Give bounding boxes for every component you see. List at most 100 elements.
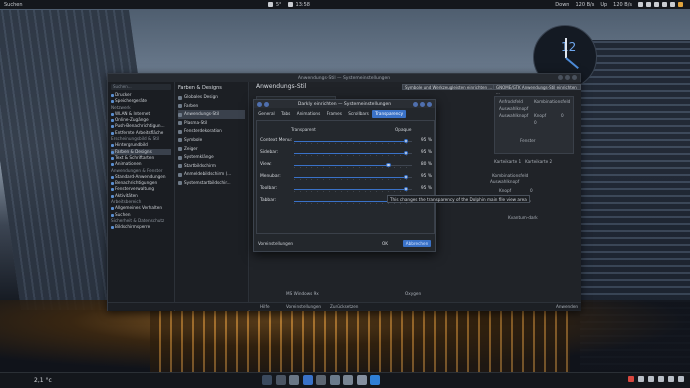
legend-transparent: Transparent <box>291 127 316 132</box>
transparency-slider-row: Menubar: 95 % <box>260 174 432 181</box>
browser-icon[interactable] <box>302 375 313 385</box>
preview-select-label-2: Auswahlknopf <box>499 113 529 118</box>
settings-app-icon[interactable] <box>289 375 299 385</box>
defaults-button[interactable]: Voreinstellungen <box>286 303 321 311</box>
tray-volume-icon[interactable] <box>648 376 654 382</box>
temperature-widget[interactable]: 2,1 °c <box>34 377 52 384</box>
preview-button-label: Knopf <box>534 113 547 118</box>
tab-animations[interactable]: Animations <box>294 110 324 118</box>
icons-toolbars-button[interactable]: Symbole und Werkzeugleisten einrichten .… <box>402 84 496 90</box>
style-preview-2[interactable] <box>494 96 574 154</box>
window-titlebar[interactable]: Anwendungs-Stil — Systemeinstellungen <box>108 74 580 82</box>
category-item[interactable]: Systemklänge <box>178 153 245 162</box>
tray-expand-icon[interactable] <box>678 376 684 382</box>
slider-fill <box>294 188 407 190</box>
legend-opaque: Opaque <box>395 127 412 132</box>
category-item[interactable]: Systemstartbildschir... <box>178 179 245 188</box>
network-icon[interactable] <box>646 2 652 7</box>
style-name-ms-windows[interactable]: MS Windows 9x <box>286 291 319 296</box>
tab-tabs[interactable]: Tabs <box>278 110 294 118</box>
dialog-close-icon[interactable] <box>427 101 432 107</box>
category-item[interactable]: Zeiger <box>178 145 245 154</box>
package-manager-icon[interactable] <box>356 375 367 385</box>
preview-tab2[interactable]: Karteikarte 2 <box>525 159 552 164</box>
media-player-icon[interactable] <box>343 375 353 385</box>
top-panel: Suchen 5° 13:58 Down 120 B/s Up 120 B/s <box>0 0 690 9</box>
slider-track[interactable] <box>294 174 412 180</box>
search-launcher[interactable]: Suchen <box>4 2 23 8</box>
preview-spin2: 0 <box>530 188 533 193</box>
tab-frames[interactable]: Frames <box>323 110 345 118</box>
tray-battery-icon[interactable] <box>668 376 674 382</box>
dialog-pin-icon[interactable] <box>257 101 262 107</box>
files-icon[interactable] <box>275 375 286 385</box>
slider-track[interactable] <box>294 138 412 144</box>
maximize-icon[interactable] <box>565 75 570 80</box>
category-item[interactable]: Anmeldebildschirm (... <box>178 170 245 179</box>
minimize-icon[interactable] <box>558 75 563 80</box>
sidebar-search-input[interactable]: Suchen... <box>111 84 171 90</box>
category-list: Farben & Designs Globales Design Farben An… <box>175 82 249 311</box>
preview-combo2: Kombinationsfeld <box>492 173 529 178</box>
help-button[interactable]: Hilfe <box>260 303 270 311</box>
slider-label: Context Menu: <box>260 138 293 143</box>
tray-alert-icon[interactable] <box>628 376 634 382</box>
category-item[interactable]: Plasma-Stil <box>178 119 245 128</box>
weather-temperature[interactable]: 5° <box>276 2 282 8</box>
power-icon[interactable] <box>678 2 684 7</box>
tab-scrollbars[interactable]: Scrollbars <box>345 110 372 118</box>
slider-label: Sidebar: <box>260 150 279 155</box>
transparency-slider-row: Context Menu: 95 % <box>260 138 432 145</box>
preview-tab1[interactable]: Karteikarte 1 <box>494 159 521 164</box>
background-lower-building <box>150 310 570 372</box>
notification-icon[interactable] <box>670 2 676 7</box>
category-item[interactable]: Anwendungs-Stil <box>178 110 245 119</box>
app-launcher-icon[interactable] <box>262 375 272 385</box>
style-name-oxygen[interactable]: Oxygen <box>405 291 421 296</box>
category-item[interactable]: Globales Design <box>178 93 245 102</box>
ok-button[interactable]: OK <box>382 240 399 247</box>
volume-icon[interactable] <box>662 2 668 7</box>
tooltip: This changes the transparency of the Dol… <box>387 195 530 203</box>
dialog-minimize-icon[interactable] <box>413 101 418 107</box>
tab-general[interactable]: General <box>255 110 278 118</box>
dialog-maximize-icon[interactable] <box>420 101 425 107</box>
darkly-config-dialog: Darkly einrichten — Systemeinstellungen … <box>253 99 530 252</box>
slider-ticks <box>294 154 412 157</box>
reset-button[interactable]: Zurücksetzen <box>330 303 358 311</box>
bluetooth-icon[interactable] <box>654 2 660 7</box>
close-icon[interactable] <box>572 75 577 80</box>
dialog-defaults-button[interactable]: Voreinstellungen <box>258 241 293 246</box>
terminal-icon[interactable] <box>316 375 326 385</box>
slider-ticks <box>294 166 412 169</box>
sidebar-item[interactable]: Bildschirmsperre <box>111 224 171 230</box>
apply-button[interactable]: Anwenden <box>556 303 578 311</box>
panel-time[interactable]: 13:58 <box>296 2 310 8</box>
dialog-title: Darkly einrichten — Systemeinstellungen <box>297 101 392 107</box>
category-item[interactable]: Startbildschirm <box>178 162 245 171</box>
dialog-titlebar[interactable]: Darkly einrichten — Systemeinstellungen <box>254 100 435 108</box>
category-item[interactable]: Symbole <box>178 136 245 145</box>
tray-clipboard-icon[interactable] <box>638 376 644 382</box>
slider-value: 95 % <box>420 138 432 143</box>
tab-transparency[interactable]: Transparency <box>372 110 407 118</box>
weather-icon[interactable] <box>267 2 273 7</box>
slider-track[interactable] <box>294 186 412 192</box>
clock-icon <box>287 2 293 7</box>
dialog-menu-icon[interactable] <box>264 101 269 107</box>
keyboard-icon[interactable] <box>638 2 644 7</box>
gtk-style-button[interactable]: GNOME/GTK Anwendungs-Stil einrichten ... <box>493 84 581 95</box>
text-editor-icon[interactable] <box>329 375 340 385</box>
transparency-slider-row: Sidebar: 95 % <box>260 150 432 157</box>
slider-track[interactable] <box>294 162 412 168</box>
slider-value: 95 % <box>420 186 432 191</box>
system-settings-icon[interactable] <box>370 375 380 385</box>
style-name-kvantum[interactable]: Kvantum-dark <box>508 215 538 220</box>
cancel-button[interactable]: Abbrechen <box>403 240 431 247</box>
slider-track[interactable] <box>294 150 412 156</box>
category-item[interactable]: Farben <box>178 102 245 111</box>
tray-network-icon[interactable] <box>658 376 664 382</box>
category-item[interactable]: Fensterdekoration <box>178 127 245 136</box>
preview-select-label: Auswahlknopf <box>499 106 529 111</box>
net-down-label: Down <box>555 1 570 8</box>
